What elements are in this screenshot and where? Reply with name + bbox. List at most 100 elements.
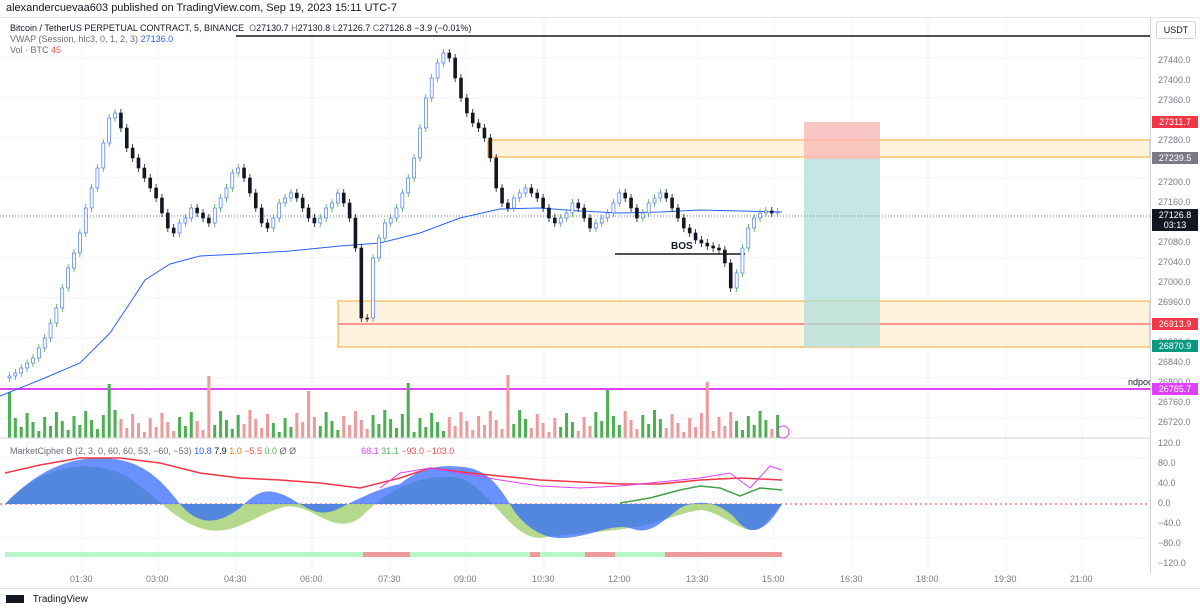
volume-bar (318, 426, 322, 438)
volume-bar (295, 413, 299, 438)
volume-bar (84, 411, 88, 438)
candle (130, 147, 135, 159)
candle (7, 375, 12, 379)
candle (236, 167, 240, 174)
candle (558, 217, 563, 224)
candle (312, 217, 317, 224)
candle (435, 62, 440, 79)
volume-bar (477, 416, 481, 438)
candle (676, 207, 680, 219)
volume-bar (494, 420, 498, 438)
candle (658, 192, 663, 199)
osc-tick: 40.0 (1158, 478, 1176, 488)
volume-bar (664, 428, 668, 438)
volume-bar (594, 412, 598, 438)
candle (535, 192, 540, 199)
volume-bar (617, 425, 621, 438)
ohlc-low: 27126.7 (337, 23, 371, 33)
volume-bar (172, 431, 176, 438)
volume-bar (441, 431, 445, 438)
candle (775, 211, 780, 214)
candle (635, 207, 639, 219)
price-tag: 26913.9 (1152, 318, 1198, 330)
volume-bar (266, 414, 269, 438)
symbol-legend[interactable]: Bitcoin / TetherUS PERPETUAL CONTRACT, 5… (10, 23, 471, 33)
volume-bar (195, 421, 199, 438)
candle (265, 222, 270, 229)
volume-bar (658, 419, 662, 438)
osc-tick: 80.0 (1158, 458, 1176, 468)
volume-label: Vol · BTC (10, 45, 49, 55)
volume-bar (717, 417, 721, 438)
volume-bar (752, 425, 756, 438)
volume-bar (735, 421, 739, 438)
candle (699, 239, 704, 244)
osc-value-5: 0.0 (264, 446, 278, 456)
vwap-legend[interactable]: VWAP (Session, hlc3, 0, 1, 2, 3) 27136.0 (10, 34, 173, 44)
price-tag: 03:13 (1152, 219, 1198, 231)
price-chart[interactable]: ndpoc BOS (0, 18, 1150, 573)
time-tick: 16:30 (840, 574, 863, 584)
volume-bar (740, 430, 744, 438)
volume-bar (488, 411, 492, 438)
osc-bar-green-4 (615, 552, 643, 557)
currency-selector[interactable]: USDT (1156, 21, 1196, 39)
volume-bar (271, 423, 275, 438)
candle (154, 187, 158, 199)
volume-bar (107, 384, 111, 438)
volume-bar (189, 412, 193, 438)
volume-bar (289, 427, 293, 438)
volume-bar (635, 429, 639, 438)
candle (488, 137, 493, 159)
candle (523, 187, 528, 194)
candle (171, 227, 176, 234)
time-tick: 10:30 (532, 574, 555, 584)
candle (412, 157, 416, 179)
candle (142, 167, 147, 179)
candle (37, 347, 41, 359)
oscillator-legend[interactable]: MarketCipher B (2, 3, 0, 60, 60, 53, −60… (10, 446, 454, 456)
volume-bar (535, 414, 539, 438)
volume-bar (72, 416, 76, 438)
volume-legend[interactable]: Vol · BTC 45 (10, 45, 61, 55)
candle (13, 372, 18, 377)
volume-bar (242, 424, 246, 438)
volume-bar (201, 430, 205, 438)
osc-tick: 0.0 (1158, 498, 1171, 508)
position-stop-zone[interactable] (804, 122, 880, 159)
volume-bar (588, 426, 592, 438)
candle (682, 217, 686, 229)
volume-bar (641, 415, 645, 438)
volume-bar (377, 424, 381, 438)
candle (42, 337, 47, 349)
osc-green-line (619, 485, 783, 504)
candle (330, 202, 334, 209)
footer-brand: TradingView (32, 594, 88, 605)
candle (723, 249, 727, 264)
volume-bar (213, 425, 217, 438)
time-tick: 06:00 (300, 574, 323, 584)
volume-bar (142, 432, 146, 438)
price-tick: 27360.0 (1158, 95, 1191, 105)
candle (728, 262, 733, 289)
volume-bar (623, 411, 627, 438)
volume-bar (260, 428, 264, 438)
candle (764, 210, 768, 214)
candle (506, 202, 510, 209)
candle (553, 217, 557, 224)
candle (253, 192, 258, 209)
volume-bar (324, 412, 328, 438)
volume-bar (277, 432, 281, 438)
price-tick: 26760.0 (1158, 397, 1191, 407)
volume-bar (629, 420, 633, 438)
volume-bar (113, 410, 117, 438)
volume-value: 45 (51, 45, 62, 55)
candle (201, 212, 205, 219)
bos-label: BOS (671, 241, 693, 252)
volume-bar (254, 419, 258, 438)
position-target-zone[interactable] (804, 159, 880, 347)
volume-bar (224, 420, 228, 438)
candle (377, 237, 381, 259)
candle (212, 207, 217, 224)
ohlc-open: 27130.7 (256, 23, 289, 33)
